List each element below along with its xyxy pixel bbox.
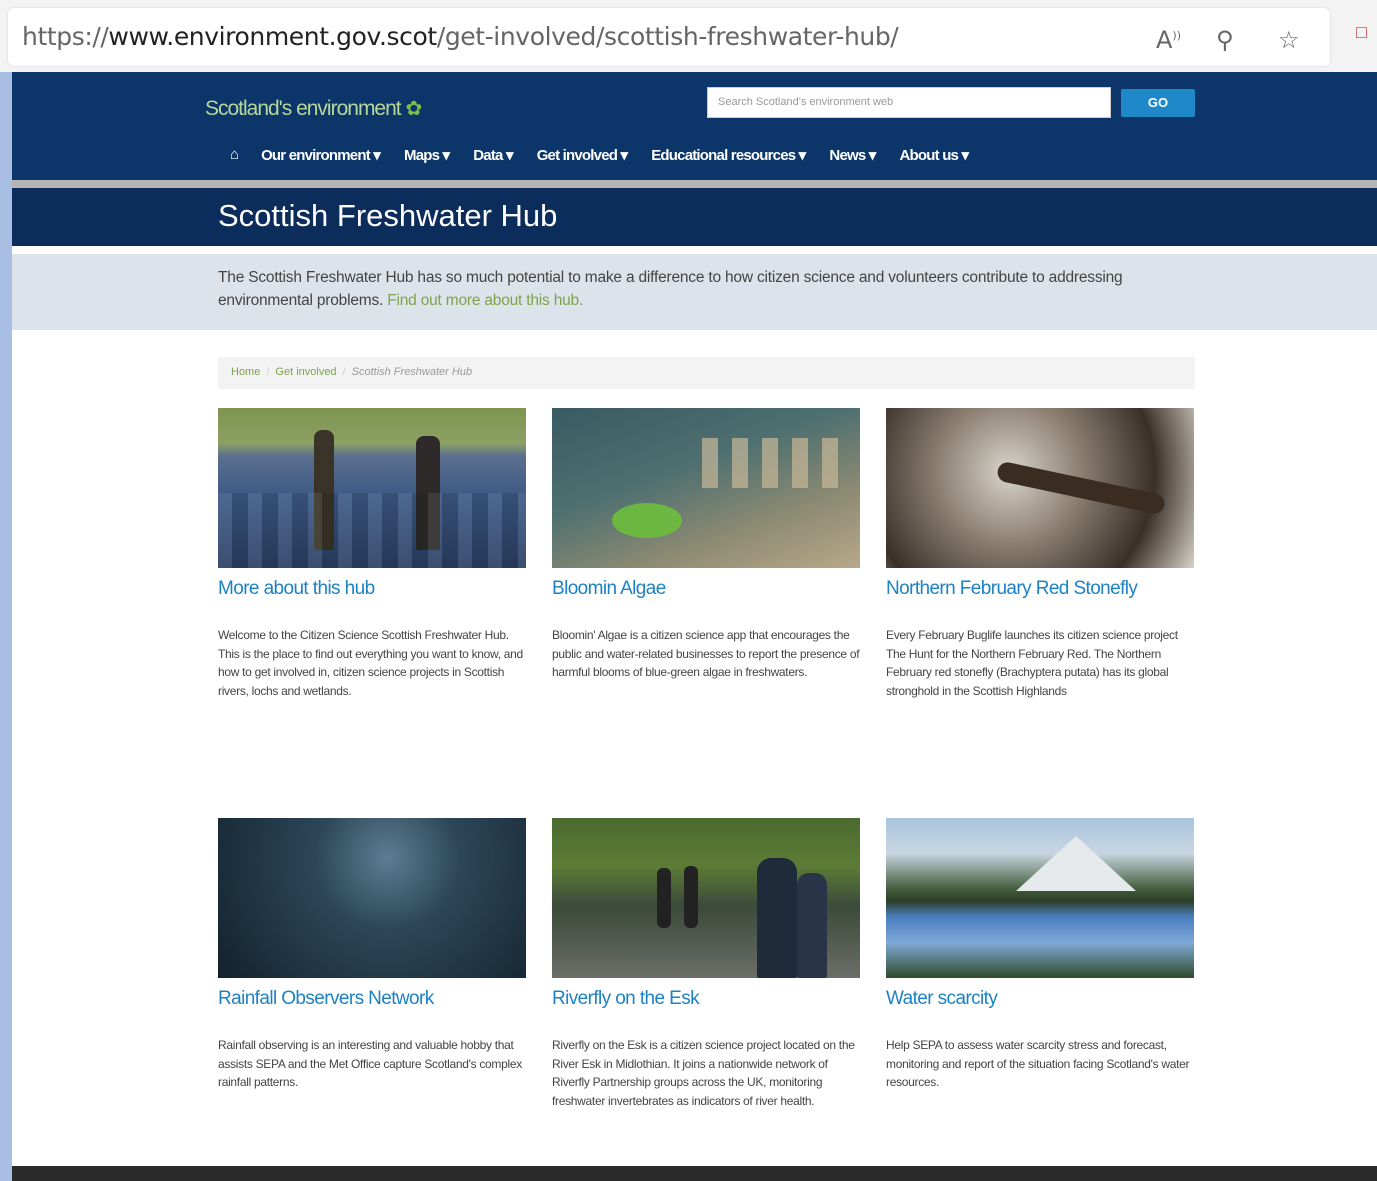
card-image[interactable] [886, 408, 1194, 568]
browser-toolbar: https://www.environment.gov.scot/get-inv… [0, 0, 1377, 72]
card-image[interactable] [218, 818, 526, 978]
nav-maps[interactable]: Maps ▾ [404, 146, 450, 164]
intro-link[interactable]: Find out more about this hub. [387, 292, 583, 309]
card-title[interactable]: Riverfly on the Esk [552, 988, 860, 1010]
url-path: /get-involved/scottish-freshwater-hub/ [436, 22, 899, 51]
read-aloud-icon[interactable]: A)) [1156, 26, 1181, 54]
breadcrumb-current: Scottish Freshwater Hub [351, 366, 473, 378]
site-header: Scotland's environment ✿ Search Scotland… [12, 72, 1377, 180]
nav-news[interactable]: News ▾ [829, 146, 876, 164]
card-title[interactable]: Water scarcity [886, 988, 1194, 1010]
address-bar[interactable]: https://www.environment.gov.scot/get-inv… [8, 8, 1330, 66]
desktop-edge [0, 0, 12, 1181]
card-image[interactable] [552, 408, 860, 568]
intro-text: The Scottish Freshwater Hub has so much … [218, 266, 1138, 312]
url-text[interactable]: https://www.environment.gov.scot/get-inv… [22, 22, 899, 51]
extension-icon[interactable]: □ [1356, 22, 1367, 43]
card-description: Bloomin' Algae is a citizen science app … [552, 628, 860, 679]
favorites-add-icon[interactable]: ☆ [1278, 26, 1300, 54]
breadcrumb-separator: / [266, 366, 270, 378]
card-description: Help SEPA to assess water scarcity stres… [886, 1038, 1190, 1089]
card-title[interactable]: Rainfall Observers Network [218, 988, 526, 1010]
breadcrumb-home[interactable]: Home [231, 366, 260, 378]
site-footer [12, 1166, 1377, 1181]
intro-body: The Scottish Freshwater Hub has so much … [218, 269, 1123, 309]
url-scheme: https:// [22, 22, 109, 51]
breadcrumb: Home / Get involved / Scottish Freshwater Hu… [218, 357, 1195, 389]
card-title[interactable]: Bloomin Algae [552, 578, 860, 600]
card-title[interactable]: Northern February Red Stonefly [886, 578, 1194, 600]
go-button[interactable]: GO [1121, 89, 1195, 117]
nav-about-us[interactable]: About us ▾ [900, 146, 969, 164]
intro-panel: The Scottish Freshwater Hub has so much … [12, 254, 1377, 330]
logo-text: Scotland's environment [205, 97, 402, 120]
card-description: Rainfall observing is an interesting and… [218, 1038, 522, 1089]
web-page: Scotland's environment ✿ Search Scotland… [12, 72, 1377, 1181]
search-input[interactable]: Search Scotland's environment web [707, 87, 1111, 118]
home-icon[interactable]: ⌂ [230, 146, 239, 164]
leaf-icon: ✿ [405, 98, 422, 120]
nav-data[interactable]: Data ▾ [473, 146, 513, 164]
card-stonefly: Northern February Red Stonefly Every Feb… [886, 408, 1194, 700]
card-riverfly-esk: Riverfly on the Esk Riverfly on the Esk … [552, 818, 860, 1110]
card-water-scarcity: Water scarcity Help SEPA to assess water… [886, 818, 1194, 1092]
page-title: Scottish Freshwater Hub [218, 198, 558, 233]
card-description: Riverfly on the Esk is a citizen science… [552, 1038, 855, 1108]
site-logo[interactable]: Scotland's environment ✿ [205, 96, 422, 121]
breadcrumb-get-involved[interactable]: Get involved [275, 366, 336, 378]
main-nav: ⌂ Our environment ▾ Maps ▾ Data ▾ Get in… [230, 146, 992, 164]
zoom-out-icon[interactable]: ⚲ [1216, 26, 1234, 54]
card-more-about-hub: More about this hub Welcome to the Citiz… [218, 408, 526, 700]
card-description: Every February Buglife launches its citi… [886, 628, 1178, 698]
nav-educational-resources[interactable]: Educational resources ▾ [651, 146, 806, 164]
card-bloomin-algae: Bloomin Algae Bloomin' Algae is a citize… [552, 408, 860, 682]
card-image[interactable] [218, 408, 526, 568]
card-image[interactable] [886, 818, 1194, 978]
url-host: www.environment.gov.scot [108, 22, 437, 51]
card-rainfall-observers: Rainfall Observers Network Rainfall obse… [218, 818, 526, 1092]
card-description: Welcome to the Citizen Science Scottish … [218, 628, 523, 698]
breadcrumb-separator: / [342, 366, 346, 378]
header-divider [12, 180, 1377, 188]
card-title[interactable]: More about this hub [218, 578, 526, 600]
nav-our-environment[interactable]: Our environment ▾ [261, 146, 381, 164]
card-image[interactable] [552, 818, 860, 978]
title-banner: Scottish Freshwater Hub [12, 188, 1377, 246]
nav-get-involved[interactable]: Get involved ▾ [537, 146, 628, 164]
